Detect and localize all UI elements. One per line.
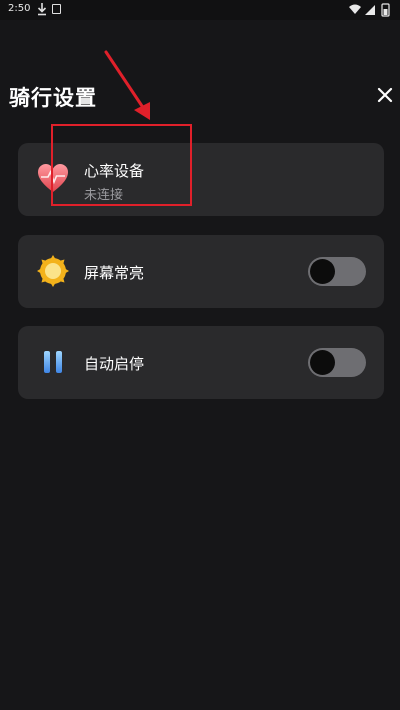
clipboard-icon — [52, 4, 61, 14]
toggle-knob — [310, 350, 335, 375]
page-title: 骑行设置 — [9, 86, 97, 110]
signal-icon — [365, 5, 375, 15]
system-indicators — [349, 3, 390, 17]
auto-pause-toggle[interactable] — [308, 348, 366, 377]
close-icon[interactable] — [372, 82, 398, 108]
pause-icon — [44, 351, 62, 373]
screen-always-on-item: 屏幕常亮 — [18, 235, 384, 308]
status-bar: 2:50 — [0, 0, 400, 20]
screen-always-on-toggle[interactable] — [308, 257, 366, 286]
annotation-arrow-icon — [104, 50, 150, 120]
wifi-icon — [349, 4, 361, 14]
auto-pause-item: 自动启停 — [18, 326, 384, 399]
riding-settings-screen: 2:50 骑行设置 心率设备 未连接 屏幕常亮 自动启停 — [0, 0, 400, 710]
download-icon — [37, 3, 47, 16]
status-time: 2:50 — [8, 3, 31, 14]
highlight-box — [51, 124, 192, 206]
auto-pause-label: 自动启停 — [84, 355, 145, 373]
screen-always-on-label: 屏幕常亮 — [84, 264, 145, 282]
sun-icon — [37, 255, 69, 287]
toggle-knob — [310, 259, 335, 284]
